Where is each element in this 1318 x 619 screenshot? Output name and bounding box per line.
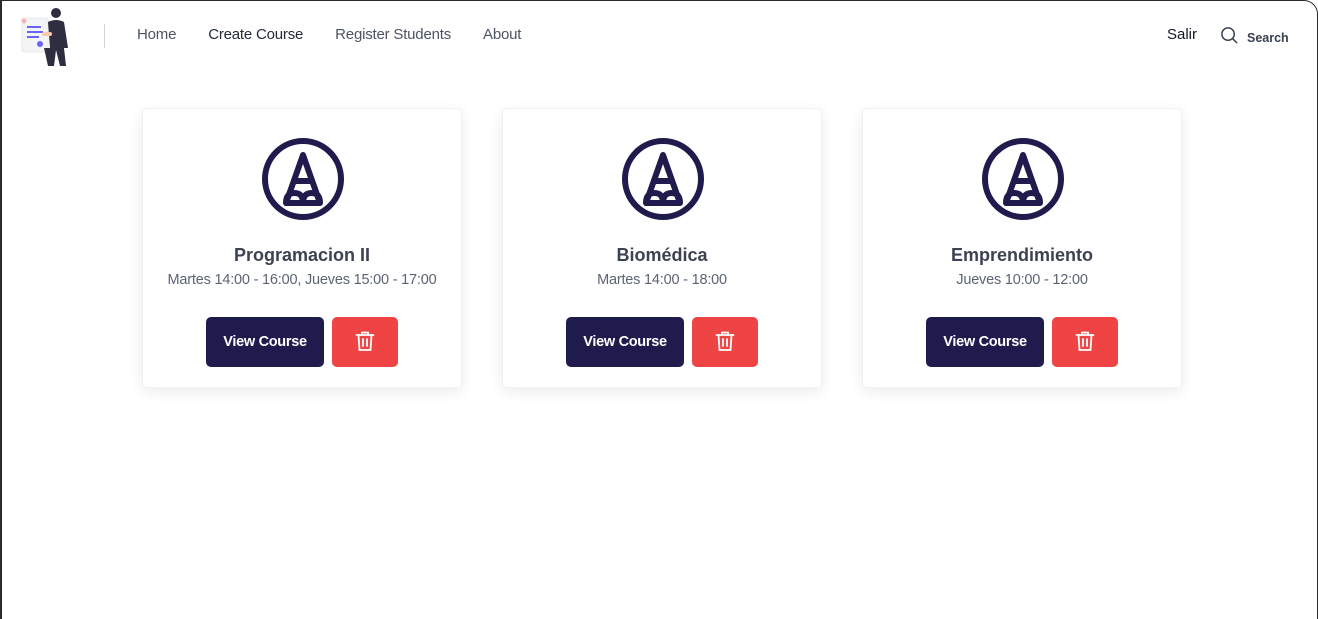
nav-create-course[interactable]: Create Course [208,26,303,46]
logout-link[interactable]: Salir [1167,26,1197,43]
course-card: Emprendimiento Jueves 10:00 - 12:00 View… [862,108,1182,388]
view-course-button[interactable]: View Course [566,317,684,367]
course-title: Programacion II [233,245,371,265]
course-schedule: Martes 14:00 - 16:00, Jueves 15:00 - 17:… [167,272,437,288]
course-schedule: Martes 14:00 - 18:00 [597,272,727,288]
nav-home[interactable]: Home [137,26,176,46]
view-course-button[interactable]: View Course [206,317,324,367]
trash-icon [715,330,735,355]
course-card: Programacion II Martes 14:00 - 16:00, Ju… [142,108,462,388]
logo[interactable] [20,4,76,68]
search-label: Search [1247,31,1289,45]
trash-icon [1075,330,1095,355]
view-course-button[interactable]: View Course [926,317,1044,367]
course-schedule: Jueves 10:00 - 12:00 [956,272,1088,288]
course-title: Biomédica [616,245,708,265]
course-card: Biomédica Martes 14:00 - 18:00 View Cour… [502,108,822,388]
nav-register-students[interactable]: Register Students [335,26,451,46]
search-icon [1220,26,1239,50]
search-button[interactable]: Search [1220,26,1289,50]
pencil-circle-icon [261,137,345,221]
course-title: Emprendimiento [950,245,1093,265]
delete-course-button[interactable] [1052,317,1118,367]
trash-icon [355,330,375,355]
nav-about[interactable]: About [483,26,521,46]
top-navbar: Home Create Course Register Students Abo… [0,0,1318,72]
delete-course-button[interactable] [692,317,758,367]
main-nav: Home Create Course Register Students Abo… [137,26,553,46]
header-divider [104,24,105,48]
pencil-circle-icon [621,137,705,221]
delete-course-button[interactable] [332,317,398,367]
pencil-circle-icon [981,137,1065,221]
